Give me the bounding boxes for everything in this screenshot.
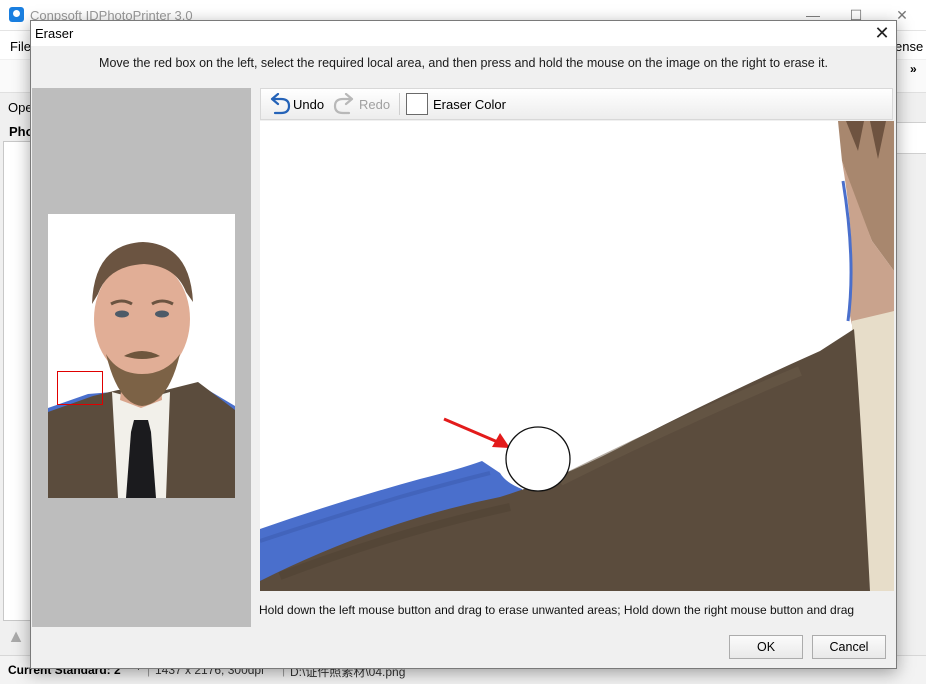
undo-label: Undo xyxy=(293,96,325,112)
menu-license[interactable]: ense xyxy=(895,39,923,54)
eraser-color-swatch xyxy=(406,93,428,115)
eraser-canvas[interactable] xyxy=(260,121,894,591)
redo-label: Redo xyxy=(359,96,391,112)
arrow-up-icon[interactable]: ▲ xyxy=(5,623,27,649)
dialog-titlebar: Eraser ✕ xyxy=(31,21,896,46)
selection-box[interactable] xyxy=(57,371,103,405)
photo-thumbnail[interactable] xyxy=(48,214,235,498)
close-icon[interactable]: ✕ xyxy=(868,21,896,46)
ok-button[interactable]: OK xyxy=(729,635,803,659)
toolbar-overflow-icon[interactable]: » xyxy=(910,62,917,76)
redo-button[interactable]: Redo xyxy=(333,89,390,119)
toolbar-divider xyxy=(399,93,400,115)
photo-list-panel xyxy=(3,141,31,621)
preview-panel xyxy=(32,88,251,627)
open-button[interactable]: Ope xyxy=(8,100,33,115)
menu-file[interactable]: File xyxy=(10,39,31,54)
undo-icon xyxy=(270,93,291,115)
usage-hint: Hold down the left mouse button and drag… xyxy=(259,603,855,617)
eraser-dialog: Eraser ✕ Move the red box on the left, s… xyxy=(30,20,897,669)
instruction-text: Move the red box on the left, select the… xyxy=(99,56,828,70)
undo-button[interactable]: Undo xyxy=(267,89,324,119)
redo-icon xyxy=(333,93,354,115)
app-side-panel xyxy=(896,122,926,154)
eraser-color-button[interactable]: Eraser Color xyxy=(406,89,506,119)
cancel-button[interactable]: Cancel xyxy=(812,635,886,659)
eraser-toolbar: Undo Redo Eraser Color xyxy=(260,88,893,120)
app-logo-icon xyxy=(9,7,24,22)
portrait-image xyxy=(48,214,235,498)
zoomed-image xyxy=(260,121,894,591)
eraser-color-label: Eraser Color xyxy=(433,96,506,112)
dialog-title: Eraser xyxy=(35,26,74,41)
